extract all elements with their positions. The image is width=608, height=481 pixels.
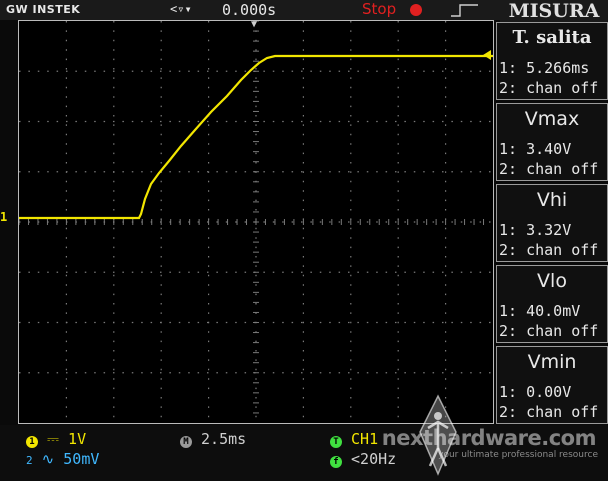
frequency-badge-icon: f — [330, 456, 342, 468]
trigger-position-marker: ▼ — [251, 19, 258, 30]
brand-logo: GW INSTEK — [6, 3, 81, 16]
dc-coupling-icon: ⎓ — [47, 430, 60, 448]
measurement-label: Vhi — [536, 189, 568, 211]
trigger-position-arrows-icon: <▿▾ — [170, 2, 192, 16]
ch2-badge-icon: 2 — [26, 454, 33, 467]
measurement-label: Vmin — [527, 351, 577, 373]
ch1-ground-marker[interactable]: 1 — [0, 210, 17, 224]
trigger-source: CH1 — [351, 430, 379, 448]
measurement-label: Vmax — [524, 108, 580, 130]
measurement-ch1-value: 1: 3.40V — [499, 140, 572, 158]
measurement-ch1-value: 1: 5.266ms — [499, 59, 590, 77]
trigger-badge-icon: T — [330, 436, 342, 448]
watermark-tagline: your ultimate professional resource — [438, 450, 598, 460]
ch1-scale-readout[interactable]: 1 ⎓ 1V — [26, 430, 86, 448]
trigger-source-readout[interactable]: T CH1 — [330, 430, 378, 448]
run-state-label[interactable]: Stop — [362, 0, 396, 18]
time-per-div: 2.5ms — [201, 430, 247, 448]
measurement-ch2-value: 2: chan off — [499, 241, 599, 259]
timebase-readout[interactable]: M 2.5ms — [180, 430, 246, 448]
trigger-level-marker — [483, 50, 491, 60]
ch1-trace — [19, 54, 493, 220]
menu-title: MISURA — [500, 0, 608, 22]
watermark: nexthardware.com your ultimate professio… — [380, 392, 608, 481]
ac-coupling-icon: ∿ — [41, 450, 55, 468]
ch2-volts-per-div: 50mV — [63, 450, 100, 468]
oscilloscope-screen: GW INSTEK <▿▾ 0.000s Stop MISURA ▼ 1 T. … — [0, 0, 608, 481]
measurement-label: Vlo — [537, 270, 567, 292]
ch2-scale-readout[interactable]: 2 ∿ 50mV — [26, 450, 99, 468]
waveform-grid — [18, 20, 494, 424]
measurement-ch2-value: 2: chan off — [499, 160, 599, 178]
ch1-waveform — [19, 54, 493, 220]
measurement-ch2-value: 2: chan off — [499, 79, 599, 97]
measurement-vlo[interactable]: Vlo 1: 40.0mV 2: chan off — [496, 265, 608, 343]
measurement-ch1-value: 1: 3.32V — [499, 221, 572, 239]
measurement-ch1-value: 1: 40.0mV — [499, 302, 581, 320]
measurement-panel: T. salita 1: 5.266ms 2: chan off Vmax 1:… — [496, 22, 608, 424]
trigger-position-readout: 0.000s — [222, 1, 277, 19]
watermark-site: nexthardware.com — [381, 426, 597, 450]
timebase-badge-icon: M — [180, 436, 192, 448]
stop-dot-icon — [410, 4, 422, 16]
ch1-badge-icon: 1 — [26, 436, 38, 448]
rising-edge-icon — [451, 4, 478, 17]
measurement-ch2-value: 2: chan off — [499, 322, 599, 340]
measurement-label: T. salita — [512, 27, 592, 48]
ch1-volts-per-div: 1V — [68, 430, 87, 448]
measurement-rise-time[interactable]: T. salita 1: 5.266ms 2: chan off — [496, 22, 608, 100]
measurement-vmax[interactable]: Vmax 1: 3.40V 2: chan off — [496, 103, 608, 181]
measurement-vhi[interactable]: Vhi 1: 3.32V 2: chan off — [496, 184, 608, 262]
